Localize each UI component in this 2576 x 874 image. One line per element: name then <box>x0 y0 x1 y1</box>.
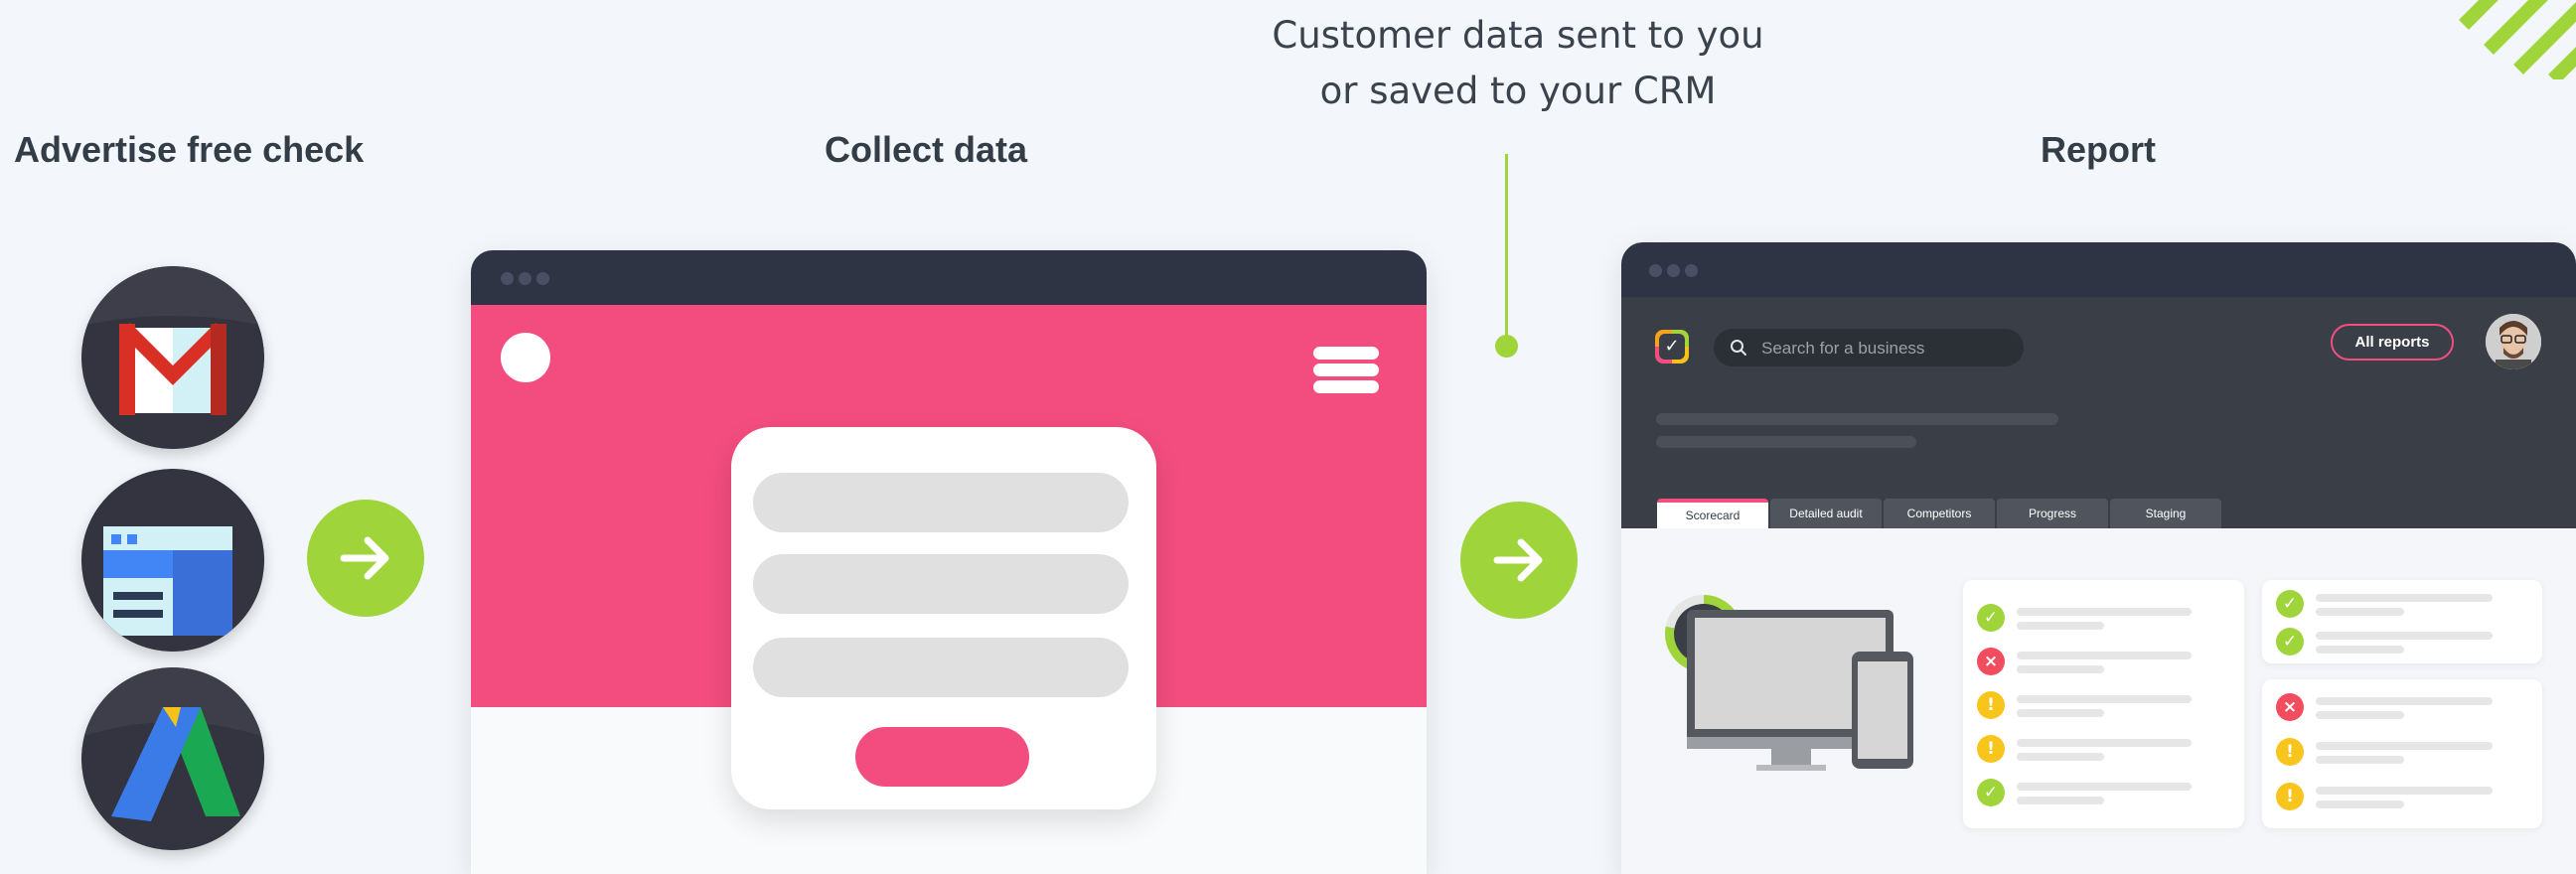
placeholder-line <box>2017 695 2192 703</box>
placeholder-line <box>2316 632 2493 640</box>
crm-caption-line1: Customer data sent to you <box>1272 14 1764 57</box>
placeholder-line <box>2017 665 2104 673</box>
window-dot <box>1649 264 1662 277</box>
search-input[interactable]: Search for a business <box>1714 329 2024 366</box>
placeholder-line <box>2316 742 2493 750</box>
search-placeholder: Search for a business <box>1761 339 1925 358</box>
check-icon: ✓ <box>1977 779 2005 806</box>
check-icon: ✓ <box>1977 604 2005 632</box>
menu-icon[interactable] <box>1313 347 1379 360</box>
placeholder-line <box>2017 709 2104 717</box>
check-icon: ✓ <box>1659 334 1685 360</box>
arrow-right-icon <box>1493 538 1543 582</box>
crm-connector-line <box>1505 154 1508 343</box>
window-dot <box>519 272 531 285</box>
heading-advertise: Advertise free check <box>14 129 365 170</box>
devices-illustration <box>1687 610 1913 771</box>
form-field-3[interactable] <box>753 638 1129 697</box>
menu-icon-bar <box>1313 380 1379 393</box>
placeholder-bar <box>1656 413 2058 425</box>
window-dot <box>536 272 549 285</box>
check-icon: ✓ <box>2276 590 2304 618</box>
placeholder-line <box>2316 608 2404 616</box>
window-dot <box>501 272 514 285</box>
tab-progress[interactable]: Progress <box>1997 499 2108 528</box>
lead-form-card <box>731 427 1156 809</box>
crm-caption-line2: or saved to your CRM <box>1319 70 1717 112</box>
all-reports-button[interactable]: All reports <box>2331 324 2454 361</box>
lead-form-window <box>471 250 1427 874</box>
warning-icon: ! <box>1977 691 2005 719</box>
check-icon: ✓ <box>2276 628 2304 656</box>
crm-connector-dot <box>1495 335 1518 358</box>
window-titlebar <box>1621 242 2576 297</box>
placeholder-line <box>2017 783 2192 791</box>
flow-arrow-1 <box>307 500 424 617</box>
window-dot <box>1667 264 1680 277</box>
placeholder-line <box>2017 797 2104 804</box>
report-header: ✓ Search for a business All reports Scor… <box>1621 297 2576 528</box>
warning-icon: ! <box>2276 738 2304 766</box>
menu-icon-bar <box>1313 364 1379 376</box>
avatar[interactable] <box>2486 314 2541 369</box>
window-dot <box>1685 264 1698 277</box>
placeholder-line <box>2017 652 2192 659</box>
report-window: ✓ Search for a business All reports Scor… <box>1621 242 2576 874</box>
error-icon: × <box>1977 648 2005 675</box>
placeholder-line <box>2316 697 2493 705</box>
flow-arrow-2 <box>1460 502 1578 619</box>
heading-collect: Collect data <box>825 129 1028 170</box>
window-titlebar <box>471 250 1427 305</box>
form-field-2[interactable] <box>753 554 1129 614</box>
error-icon: × <box>2276 693 2304 721</box>
arrow-right-icon <box>340 536 389 580</box>
placeholder-line <box>2316 801 2404 808</box>
warning-icon: ! <box>1977 735 2005 763</box>
placeholder-line <box>2017 753 2104 761</box>
placeholder-line <box>2316 594 2493 602</box>
placeholder-line <box>2316 646 2404 654</box>
tab-detailed-audit[interactable]: Detailed audit <box>1770 499 1882 528</box>
gmail-icon <box>81 266 264 449</box>
placeholder-line <box>2017 622 2104 630</box>
heading-report: Report <box>2041 129 2156 170</box>
app-logo: ✓ <box>1655 330 1689 364</box>
site-logo <box>501 333 550 382</box>
placeholder-line <box>2316 756 2404 764</box>
warning-icon: ! <box>2276 783 2304 810</box>
placeholder-bar <box>1656 436 1916 448</box>
placeholder-line <box>2017 739 2192 747</box>
tab-staging[interactable]: Staging <box>2110 499 2221 528</box>
google-display-icon <box>81 469 264 652</box>
crm-caption: Customer data sent to you or saved to yo… <box>1210 8 1826 119</box>
user-photo-icon <box>2486 314 2541 369</box>
placeholder-line <box>2316 787 2493 795</box>
tab-scorecard[interactable]: Scorecard <box>1657 499 1768 528</box>
checklist-card-side-bottom: ×!! <box>2262 679 2542 828</box>
placeholder-line <box>2017 608 2192 616</box>
checklist-card-side-top: ✓ ✓ <box>2262 580 2542 663</box>
google-ads-icon <box>81 667 264 850</box>
form-field-1[interactable] <box>753 473 1129 532</box>
decorative-stripes <box>2444 0 2576 79</box>
search-icon <box>1731 340 1746 356</box>
checklist-card-main: ✓ ×!! ✓ <box>1963 580 2244 828</box>
tab-competitors[interactable]: Competitors <box>1884 499 1995 528</box>
placeholder-line <box>2316 711 2404 719</box>
submit-button[interactable] <box>855 727 1029 787</box>
